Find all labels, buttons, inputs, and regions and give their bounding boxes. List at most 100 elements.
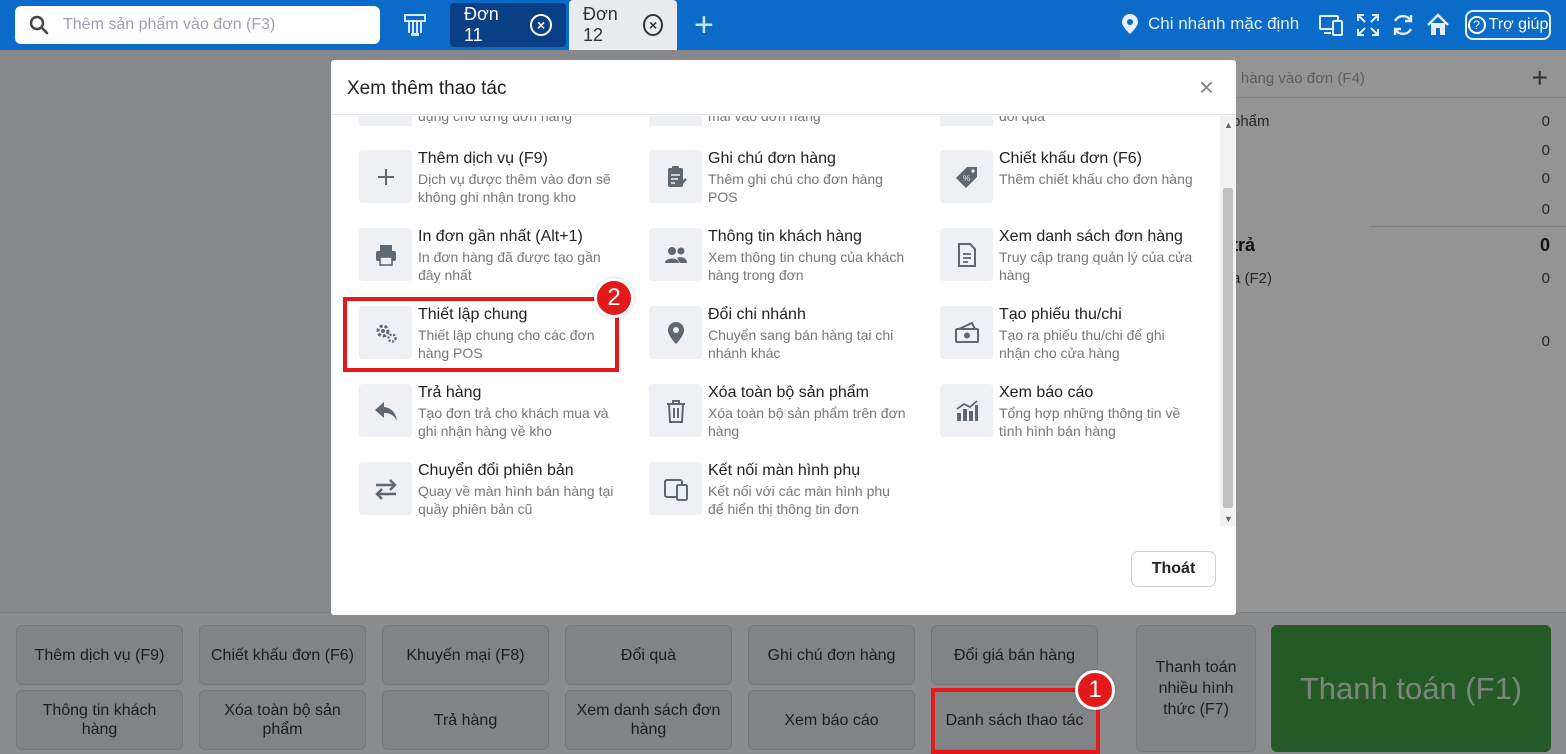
document-list-icon xyxy=(957,242,976,267)
action-return[interactable]: Trả hàng Tạo đơn trả cho khách mua và gh… xyxy=(359,384,629,444)
highlight-box-general-settings xyxy=(343,297,619,372)
product-search-input[interactable]: Thêm sản phẩm vào đơn (F3) xyxy=(15,6,380,44)
action-title: Chiết khấu đơn (F6) xyxy=(999,150,1142,167)
action-description: Dịch vụ được thêm vào đơn sẽ không ghi n… xyxy=(418,171,611,205)
printer-icon xyxy=(375,244,396,266)
help-label: Trợ giúp xyxy=(1488,16,1549,33)
action-title: Chuyển đổi phiên bản xyxy=(418,462,574,479)
refresh-icon[interactable] xyxy=(1390,12,1416,38)
modal-header: Xem thêm thao tác × xyxy=(331,60,1236,115)
action-title: Thêm dịch vụ (F9) xyxy=(418,150,548,167)
action-icon-box xyxy=(940,306,993,359)
action-connect-secondary-screen[interactable]: Kết nối màn hình phụ Kết nối với các màn… xyxy=(649,462,919,522)
action-title: Thông tin khách hàng xyxy=(708,228,862,245)
scroll-down-icon[interactable]: ▼ xyxy=(1224,514,1233,524)
action-description: Chuyển sang bán hàng tại chi nhánh khác xyxy=(708,327,894,361)
action-description: In đơn hàng đã được tạo gần đây nhất xyxy=(418,249,601,283)
close-icon[interactable]: × xyxy=(530,14,552,36)
action-view-report[interactable]: Xem báo cáo Tổng hợp những thông tin về … xyxy=(940,384,1210,444)
action-order-list[interactable]: Xem danh sách đơn hàng Truy cập trang qu… xyxy=(940,228,1210,288)
tab-order-12[interactable]: Đơn 12 × xyxy=(569,0,677,50)
action-icon-box xyxy=(359,462,412,515)
top-bar: Thêm sản phẩm vào đơn (F3) Đơn 11 × Đơn … xyxy=(0,0,1566,50)
swap-arrows-icon xyxy=(374,478,397,500)
search-placeholder: Thêm sản phẩm vào đơn (F3) xyxy=(63,16,276,33)
modal-title: Xem thêm thao tác xyxy=(347,78,507,99)
action-order-note[interactable]: Ghi chú đơn hàng Thêm ghi chú cho đơn hà… xyxy=(649,150,919,210)
action-description: mãi vào đơn hàng xyxy=(708,116,821,124)
tab-label: Đơn 12 xyxy=(583,4,618,45)
action-change-branch[interactable]: Đổi chi nhánh Chuyển sang bán hàng tại c… xyxy=(649,306,919,366)
step-badge-2: 2 xyxy=(594,278,634,318)
action-title: Ghi chú đơn hàng xyxy=(708,150,836,167)
highlight-box-action-list xyxy=(931,688,1100,754)
action-icon-box xyxy=(649,116,702,126)
help-button[interactable]: ? Trợ giúp xyxy=(1465,10,1551,40)
modal-scrollbar[interactable]: ▲ ▼ xyxy=(1220,116,1236,526)
branch-selector[interactable]: Chi nhánh mặc định xyxy=(1120,13,1299,35)
action-description: Quay về màn hình bán hàng tại quầy phiên… xyxy=(418,483,614,517)
tab-label: Đơn 11 xyxy=(464,4,499,45)
action-title: Tạo phiếu thu/chi xyxy=(999,306,1122,323)
action-item-cutoff[interactable]: đổi quà xyxy=(940,116,1210,126)
svg-text:%: % xyxy=(963,174,970,183)
action-icon-box xyxy=(940,384,993,437)
discount-tag-icon: % xyxy=(955,166,977,188)
action-description: Tạo đơn trả cho khách mua và ghi nhận hà… xyxy=(418,405,609,439)
add-tab-button[interactable]: + xyxy=(694,8,714,42)
action-description: Thêm ghi chú cho đơn hàng POS xyxy=(708,171,883,205)
action-description: dụng cho từng đơn hàng xyxy=(418,116,573,124)
action-description: Xóa toàn bộ sản phẩm trên đơn hàng xyxy=(708,405,906,439)
scrollbar-thumb[interactable] xyxy=(1223,188,1233,508)
scroll-up-icon[interactable]: ▲ xyxy=(1224,120,1233,130)
action-title: Trả hàng xyxy=(418,384,482,401)
action-item-cutoff[interactable]: mãi vào đơn hàng xyxy=(649,116,919,126)
action-icon-box xyxy=(940,116,993,126)
barcode-icon[interactable] xyxy=(402,12,428,38)
devices-icon[interactable] xyxy=(1318,12,1344,38)
action-title: Đổi chi nhánh xyxy=(708,306,806,323)
action-title: Xem báo cáo xyxy=(999,384,1094,401)
plus-icon xyxy=(377,168,394,185)
reply-arrow-icon xyxy=(374,401,397,421)
action-description: Truy cập trang quản lý của cửa hàng xyxy=(999,249,1193,283)
clipboard-note-icon xyxy=(667,165,687,187)
action-icon-box xyxy=(359,116,412,126)
home-icon[interactable] xyxy=(1425,12,1451,38)
close-icon[interactable]: × xyxy=(643,14,663,36)
help-icon: ? xyxy=(1467,16,1486,34)
location-pin-icon xyxy=(1122,14,1138,34)
action-description: Thêm chiết khấu cho đơn hàng xyxy=(999,171,1193,187)
action-description: Tổng hợp những thông tin về tình hình bá… xyxy=(999,405,1181,439)
action-icon-box xyxy=(940,228,993,281)
action-item-cutoff[interactable]: dụng cho từng đơn hàng xyxy=(359,116,629,126)
action-icon-box xyxy=(649,384,702,437)
action-title: In đơn gần nhất (Alt+1) xyxy=(418,228,583,245)
action-title: Xóa toàn bộ sản phẩm xyxy=(708,384,870,401)
action-order-discount[interactable]: % Chiết khấu đơn (F6) Thêm chiết khấu ch… xyxy=(940,150,1210,210)
action-icon-box xyxy=(649,462,702,515)
action-switch-version[interactable]: Chuyển đổi phiên bản Quay về màn hình bá… xyxy=(359,462,629,522)
action-icon-box xyxy=(649,228,702,281)
action-clear-products[interactable]: Xóa toàn bộ sản phẩm Xóa toàn bộ sản phẩ… xyxy=(649,384,919,444)
trash-icon xyxy=(666,399,685,423)
action-add-service[interactable]: Thêm dịch vụ (F9) Dịch vụ được thêm vào … xyxy=(359,150,629,210)
action-description: đổi quà xyxy=(999,116,1045,124)
action-title: Kết nối màn hình phụ xyxy=(708,462,861,479)
action-icon-box xyxy=(359,228,412,281)
action-icon-box xyxy=(649,150,702,203)
tab-order-11[interactable]: Đơn 11 × xyxy=(450,3,566,47)
action-description: Kết nối với các màn hình phụ để hiển thị… xyxy=(708,483,890,517)
monitor-devices-icon xyxy=(663,478,688,501)
action-customer-info[interactable]: Thông tin khách hàng Xem thông tin chung… xyxy=(649,228,919,288)
action-create-receipt[interactable]: Tạo phiếu thu/chi Tạo ra phiếu thu/chi đ… xyxy=(940,306,1210,366)
step-badge-1: 1 xyxy=(1075,670,1115,710)
action-title: Xem danh sách đơn hàng xyxy=(999,228,1183,245)
exit-button[interactable]: Thoát xyxy=(1131,551,1216,587)
close-icon[interactable]: × xyxy=(1199,74,1214,100)
fullscreen-icon[interactable] xyxy=(1355,12,1381,38)
action-print-last-order[interactable]: In đơn gần nhất (Alt+1) In đơn hàng đã đ… xyxy=(359,228,629,288)
action-icon-box xyxy=(649,306,702,359)
action-icon-box xyxy=(359,384,412,437)
users-icon xyxy=(664,246,687,263)
